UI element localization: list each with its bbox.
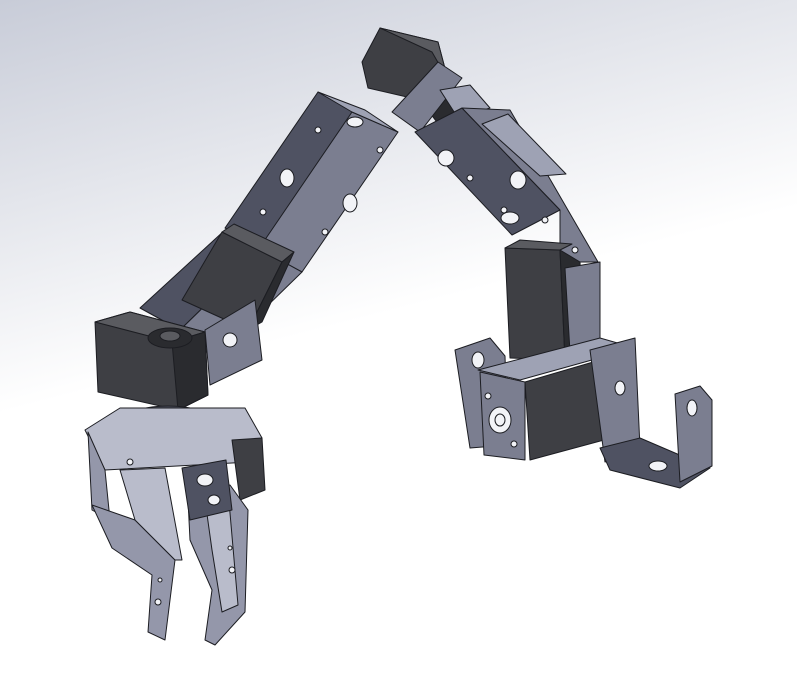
hole-face: [500, 211, 520, 225]
hole-face: [157, 577, 163, 583]
hole-face: [346, 116, 364, 128]
hole-face: [279, 168, 295, 188]
hole-face: [509, 170, 527, 190]
hole-face: [437, 149, 455, 167]
hole-face: [494, 413, 506, 427]
cad-viewport[interactable]: [0, 0, 797, 691]
hole-face: [154, 598, 162, 606]
servo-face: [504, 247, 566, 361]
hole-face: [648, 460, 668, 472]
robot-arm-render: [0, 0, 797, 691]
hole-face: [207, 494, 221, 506]
hole-face: [484, 392, 492, 400]
hole-face: [321, 228, 329, 236]
hole-face: [228, 566, 236, 574]
hole-face: [686, 399, 698, 417]
hole-face: [196, 473, 214, 487]
hole-face: [466, 174, 474, 182]
hole-face: [342, 193, 358, 213]
hole-face: [614, 380, 626, 396]
hole-face: [227, 545, 233, 551]
hole-face: [222, 332, 238, 348]
hole-face: [571, 246, 579, 254]
bracket-dark-face: [181, 459, 233, 521]
servo-light-face: [159, 330, 181, 342]
hole-face: [541, 216, 549, 224]
hole-face: [314, 126, 322, 134]
hole-face: [259, 208, 267, 216]
bracket-face: [564, 261, 601, 353]
hole-face: [126, 458, 134, 466]
hole-face: [510, 440, 518, 448]
hole-face: [376, 146, 384, 154]
hole-face: [471, 351, 485, 369]
